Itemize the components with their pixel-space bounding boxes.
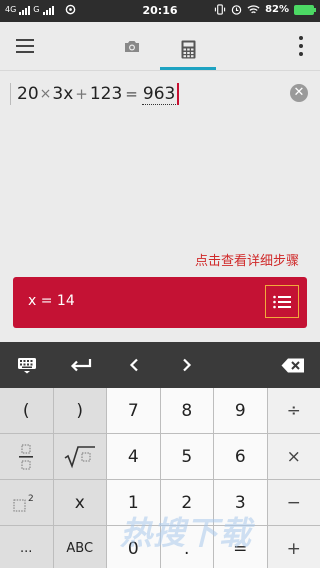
cursor-right-button[interactable]: [160, 342, 213, 388]
key-4[interactable]: 4: [107, 434, 160, 479]
key-1[interactable]: 1: [107, 480, 160, 525]
expression-area[interactable]: 20 × 3x + 123 = 963 ✕: [0, 72, 320, 272]
expression-left-border: [10, 83, 11, 105]
key-fraction[interactable]: [0, 434, 53, 479]
chevron-left-icon: [129, 358, 138, 372]
cursor-left-button[interactable]: [107, 342, 160, 388]
key-3[interactable]: 3: [214, 480, 267, 525]
keyboard-toggle-button[interactable]: [0, 342, 54, 388]
key-divide[interactable]: ÷: [267, 388, 320, 433]
tab-camera[interactable]: [116, 32, 148, 60]
alarm-icon: [231, 5, 242, 15]
key-abc[interactable]: ABC: [53, 526, 106, 568]
key-square-root[interactable]: [53, 434, 106, 479]
key-plus[interactable]: +: [267, 526, 320, 568]
status-right: 82%: [214, 4, 316, 15]
steps-list-button[interactable]: [265, 285, 299, 318]
key-close-paren[interactable]: ): [53, 388, 106, 433]
vibrate-icon: [214, 4, 226, 15]
backspace-button[interactable]: [266, 342, 320, 388]
key-8[interactable]: 8: [160, 388, 213, 433]
key-0[interactable]: 0: [107, 526, 160, 568]
close-icon: ✕: [293, 85, 305, 100]
square-root-icon: [64, 445, 95, 468]
text-caret: [177, 83, 180, 105]
key-2[interactable]: 2: [160, 480, 213, 525]
key-minus[interactable]: −: [267, 480, 320, 525]
keyboard-icon: [18, 357, 36, 373]
key-5[interactable]: 5: [160, 434, 213, 479]
key-decimal[interactable]: .: [160, 526, 213, 568]
clear-expression-button[interactable]: ✕: [290, 84, 308, 102]
key-6[interactable]: 6: [214, 434, 267, 479]
svg-text:2: 2: [28, 494, 34, 504]
key-x[interactable]: x: [53, 480, 106, 525]
key-multiply[interactable]: ×: [267, 434, 320, 479]
top-toolbar: [0, 22, 320, 71]
battery-icon: [294, 4, 316, 15]
status-bar: 4G G 20:16 82%: [0, 0, 320, 22]
backspace-icon: [281, 358, 304, 372]
key-open-paren[interactable]: (: [0, 388, 53, 433]
expr-token: +: [75, 85, 88, 103]
expr-token: =: [125, 85, 138, 103]
enter-icon: [70, 359, 91, 372]
key-equals[interactable]: =: [214, 526, 267, 568]
list-icon: [273, 295, 291, 308]
view-steps-link[interactable]: 点击查看详细步骤: [195, 250, 299, 269]
expression[interactable]: 20 × 3x + 123 = 963: [10, 82, 180, 106]
enter-button[interactable]: [54, 342, 107, 388]
key-9[interactable]: 9: [214, 388, 267, 433]
fraction-icon: [19, 444, 34, 469]
expr-token: 20: [17, 84, 39, 104]
chevron-right-icon: [182, 358, 191, 372]
camera-icon: [125, 40, 139, 52]
wifi-icon: [247, 5, 260, 14]
keypad: ( ) 7 8 9 ÷ 4 5 6 × 2 x 1 2 3 − ... ABC …: [0, 388, 320, 568]
tab-active-indicator: [160, 67, 216, 70]
result-text: x = 14: [28, 293, 75, 309]
expr-token: 123: [89, 84, 123, 104]
more-options-icon[interactable]: [298, 36, 304, 56]
key-power[interactable]: 2: [0, 480, 53, 525]
menu-icon[interactable]: [16, 39, 34, 53]
power-icon: 2: [13, 494, 34, 511]
key-more[interactable]: ...: [0, 526, 53, 568]
battery-percent: 82%: [265, 4, 289, 15]
key-7[interactable]: 7: [107, 388, 160, 433]
tab-calculator[interactable]: [160, 30, 216, 68]
calculator-icon: [181, 40, 195, 58]
result-bar[interactable]: x = 14: [13, 277, 307, 328]
keyboard-nav-row: [0, 342, 320, 388]
expr-token: 3x: [52, 84, 74, 104]
expression-answer[interactable]: 963: [141, 84, 177, 105]
expr-token: ×: [39, 86, 52, 102]
